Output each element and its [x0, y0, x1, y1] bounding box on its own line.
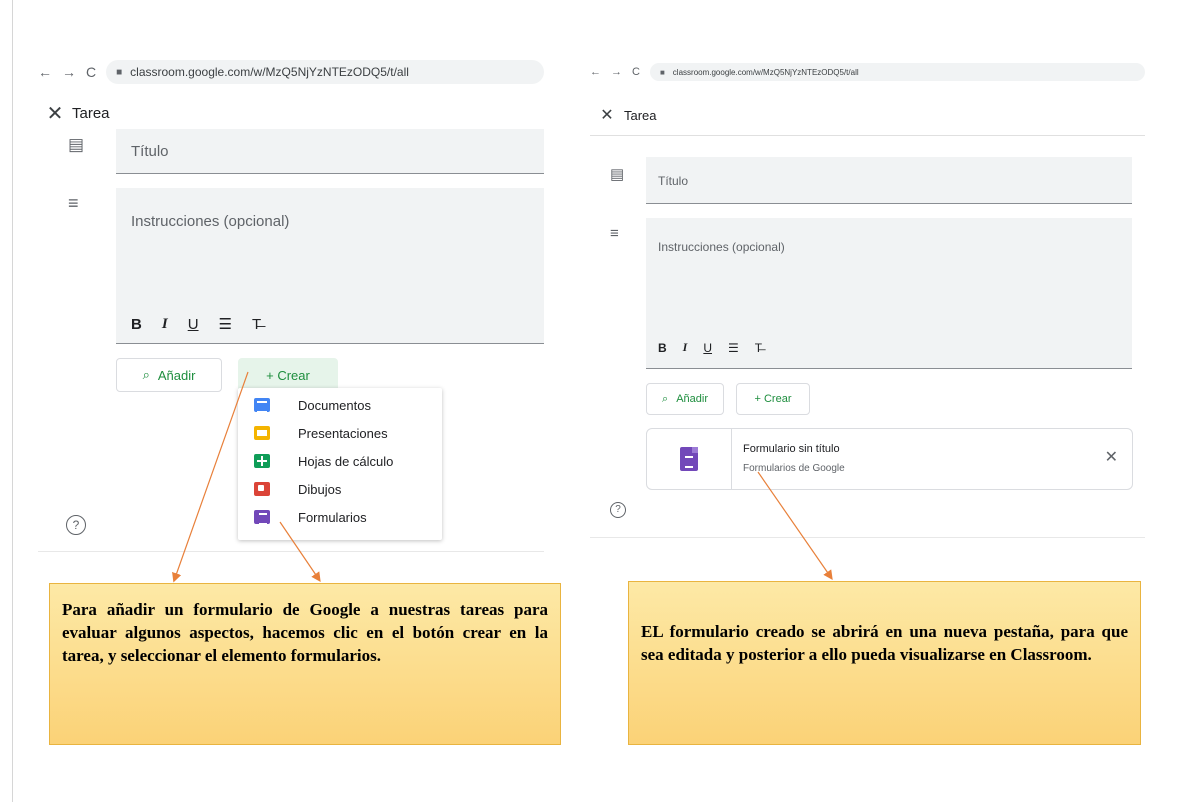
notes-icon: ≡	[610, 225, 619, 242]
url-text: classroom.google.com/w/MzQ5NjYzNTEzODQ5/…	[672, 67, 859, 77]
bulleted-list-icon[interactable]: ☰	[728, 341, 739, 355]
slides-icon	[254, 426, 270, 440]
menu-item-documentos[interactable]: Documentos	[238, 391, 442, 419]
instructions-field[interactable]: Instrucciones (opcional) B I U ☰ T̶	[646, 218, 1132, 369]
left-screenshot: ← → C ■ classroom.google.com/w/MzQ5NjYzN…	[38, 55, 544, 555]
title-field[interactable]: Título	[116, 129, 544, 174]
bold-button[interactable]: B	[131, 316, 142, 333]
create-button[interactable]: + Crear	[238, 358, 338, 392]
reload-icon[interactable]: C	[632, 66, 640, 78]
divider	[590, 537, 1145, 538]
attachment-title: Formulario sin título	[743, 443, 840, 455]
menu-item-dibujos[interactable]: Dibujos	[238, 475, 442, 503]
remove-attachment-icon[interactable]: ✕	[1105, 447, 1118, 467]
bulleted-list-icon[interactable]: ☰	[219, 315, 232, 333]
address-bar[interactable]: ■ classroom.google.com/w/MzQ5NjYzNTEzODQ…	[106, 60, 544, 84]
underline-button[interactable]: U	[703, 341, 712, 355]
add-button-label: Añadir	[676, 393, 708, 405]
help-icon[interactable]: ?	[610, 502, 626, 518]
italic-button[interactable]: I	[683, 340, 688, 355]
title-field-icon: ▤	[68, 135, 85, 154]
menu-item-label: Presentaciones	[298, 425, 388, 441]
right-screenshot: ← → C ■ classroom.google.com/w/MzQ5NjYzN…	[590, 55, 1145, 555]
add-button[interactable]: ⌕ Añadir	[116, 358, 222, 392]
paperclip-icon: ⌕	[142, 367, 150, 382]
menu-item-presentaciones[interactable]: Presentaciones	[238, 419, 442, 447]
google-forms-icon	[680, 447, 698, 471]
formatting-toolbar: B I U ☰ T̶	[131, 315, 261, 334]
attachment-card[interactable]: Formulario sin título Formularios de Goo…	[646, 428, 1133, 490]
forms-icon	[254, 510, 270, 525]
instructions-field[interactable]: Instrucciones (opcional) B I U ☰ T̶	[116, 188, 544, 344]
menu-item-hojas-de-calculo[interactable]: Hojas de cálculo	[238, 447, 442, 475]
address-bar[interactable]: ■ classroom.google.com/w/MzQ5NjYzNTEzODQ…	[649, 63, 1145, 81]
menu-item-label: Formularios	[298, 509, 367, 525]
instructions-placeholder: Instrucciones (opcional)	[131, 213, 290, 230]
menu-item-label: Hojas de cálculo	[298, 453, 394, 469]
help-icon[interactable]: ?	[66, 515, 86, 535]
menu-item-label: Dibujos	[298, 481, 342, 497]
instructions-placeholder: Instrucciones (opcional)	[658, 240, 785, 254]
sheets-icon	[254, 454, 270, 468]
create-button[interactable]: + Crear	[736, 383, 810, 415]
drawings-icon	[254, 482, 270, 496]
page-title: Tarea	[624, 107, 657, 123]
right-note-text: EL formulario creado se abrirá en una nu…	[641, 622, 1128, 664]
clear-formatting-icon[interactable]: T̶	[252, 316, 261, 333]
create-menu: Documentos Presentaciones Hojas de cálcu…	[238, 388, 442, 540]
assignment-header: ✕ Tarea	[38, 95, 544, 131]
lock-icon: ■	[659, 67, 665, 77]
left-note-text: Para añadir un formulario de Google a nu…	[62, 600, 548, 665]
assignment-header: ✕ Tarea	[590, 95, 1145, 136]
underline-button[interactable]: U	[188, 316, 199, 333]
left-explanation-note: Para añadir un formulario de Google a nu…	[49, 583, 561, 745]
attachment-thumbnail	[647, 429, 732, 489]
url-text: classroom.google.com/w/MzQ5NjYzNTEzODQ5/…	[130, 65, 409, 79]
page-title: Tarea	[72, 104, 110, 122]
clear-formatting-icon[interactable]: T̶	[755, 341, 762, 355]
forward-icon[interactable]: →	[62, 64, 76, 80]
italic-button[interactable]: I	[162, 316, 168, 333]
page-left-edge	[12, 0, 13, 802]
formatting-toolbar: B I U ☰ T̶	[658, 340, 762, 355]
reload-icon[interactable]: C	[86, 64, 96, 80]
attachment-subtitle: Formularios de Google	[743, 463, 845, 474]
paperclip-icon: ⌕	[662, 392, 669, 405]
title-field[interactable]: Título	[646, 157, 1132, 204]
divider	[38, 551, 544, 552]
back-icon[interactable]: ←	[38, 64, 52, 80]
title-field-icon: ▤	[610, 166, 625, 183]
title-placeholder: Título	[658, 174, 689, 188]
notes-icon: ≡	[68, 193, 79, 213]
right-explanation-note: EL formulario creado se abrirá en una nu…	[628, 581, 1141, 745]
add-button-label: Añadir	[157, 367, 196, 383]
create-button-label: + Crear	[754, 393, 792, 405]
menu-item-label: Documentos	[298, 397, 371, 413]
close-icon[interactable]: ✕	[38, 101, 72, 126]
bold-button[interactable]: B	[658, 341, 667, 355]
menu-item-formularios[interactable]: Formularios	[238, 503, 442, 531]
forward-icon[interactable]: →	[611, 66, 622, 78]
create-button-label: + Crear	[266, 367, 310, 383]
browser-toolbar: ← → C ■ classroom.google.com/w/MzQ5NjYzN…	[590, 55, 1145, 89]
docs-icon	[254, 398, 270, 413]
back-icon[interactable]: ←	[590, 66, 601, 78]
browser-toolbar: ← → C ■ classroom.google.com/w/MzQ5NjYzN…	[38, 55, 544, 89]
add-button[interactable]: ⌕ Añadir	[646, 383, 724, 415]
title-placeholder: Título	[131, 143, 169, 160]
lock-icon: ■	[116, 66, 123, 78]
close-icon[interactable]: ✕	[590, 105, 624, 125]
